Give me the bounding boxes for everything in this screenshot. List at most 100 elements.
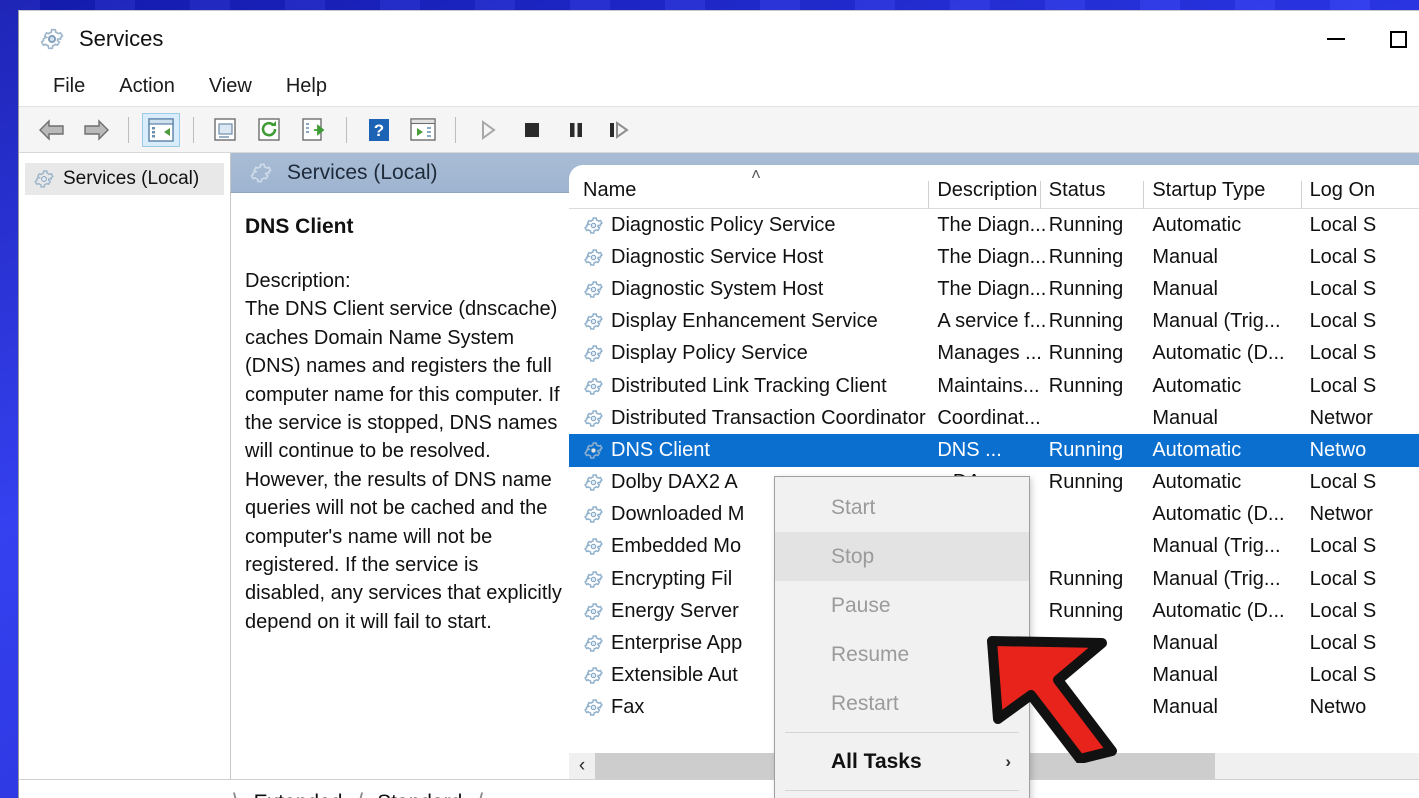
cell-status: Running bbox=[1048, 310, 1124, 333]
service-gear-icon bbox=[584, 699, 603, 717]
cell-name: Diagnostic System Host bbox=[583, 278, 937, 301]
service-name-label: Encrypting Fil bbox=[611, 567, 733, 590]
menu-help[interactable]: Help bbox=[272, 72, 341, 101]
menu-view[interactable]: View bbox=[195, 72, 266, 101]
cell-startup-type: Manual (Trig... bbox=[1152, 567, 1281, 590]
maximize-button[interactable] bbox=[1367, 11, 1419, 67]
menu-file[interactable]: File bbox=[39, 72, 99, 101]
context-menu-item-resume: Resume bbox=[775, 630, 1029, 679]
context-menu-item-pause: Pause bbox=[775, 581, 1029, 630]
context-menu-item-label: Restart bbox=[831, 691, 899, 715]
tab-standard[interactable]: Standard bbox=[363, 787, 476, 798]
forward-icon[interactable] bbox=[77, 113, 115, 147]
toolbar-separator bbox=[193, 116, 194, 143]
service-name-label: DNS Client bbox=[611, 438, 710, 461]
service-name-label: Enterprise App bbox=[611, 632, 743, 655]
detail-description-label: Description: bbox=[245, 270, 351, 292]
context-menu-item-all-tasks[interactable]: All Tasks › bbox=[775, 737, 1029, 786]
cell-log-on: Local S bbox=[1309, 374, 1377, 397]
back-icon[interactable] bbox=[33, 113, 71, 147]
cell-log-on: Local S bbox=[1309, 310, 1377, 333]
cell-startup-type: Automatic (D... bbox=[1152, 503, 1285, 526]
context-menu-item-label: Resume bbox=[831, 642, 910, 666]
body-split: Services (Local) Services (Local) DNS Cl… bbox=[19, 153, 1419, 779]
service-gear-icon bbox=[584, 345, 603, 363]
cell-description: Maintains... bbox=[937, 374, 1040, 397]
table-row[interactable]: Display Enhancement Service A service f..… bbox=[569, 306, 1419, 338]
cell-log-on: Local S bbox=[1309, 567, 1377, 590]
service-gear-icon bbox=[584, 538, 603, 556]
service-name-label: Embedded Mo bbox=[611, 535, 742, 558]
properties-icon[interactable] bbox=[207, 113, 245, 147]
cell-log-on: Local S bbox=[1309, 599, 1377, 622]
cell-status: Running bbox=[1048, 277, 1124, 300]
cell-log-on: Local S bbox=[1309, 342, 1377, 365]
cell-name: Distributed Transaction Coordinator bbox=[583, 407, 937, 430]
show-action-pane-icon[interactable] bbox=[404, 113, 442, 147]
service-name-label: Distributed Transaction Coordinator bbox=[611, 406, 926, 429]
context-menu-item-label: Stop bbox=[831, 544, 875, 568]
menu-action[interactable]: Action bbox=[105, 72, 189, 101]
table-row[interactable]: Distributed Transaction Coordinator Coord… bbox=[569, 402, 1419, 434]
table-row[interactable]: Diagnostic Service Host The Diagn... Runni… bbox=[569, 241, 1419, 273]
tab-extended[interactable]: Extended bbox=[240, 787, 357, 798]
cell-status: Running bbox=[1048, 245, 1124, 268]
start-service-icon[interactable] bbox=[469, 113, 507, 147]
minimize-button[interactable] bbox=[1305, 11, 1367, 67]
export-list-icon[interactable] bbox=[295, 113, 333, 147]
caption-buttons bbox=[1305, 11, 1419, 67]
context-menu-item-stop: Stop bbox=[775, 532, 1029, 581]
maximize-icon bbox=[1389, 30, 1407, 48]
toolbar: ? bbox=[19, 107, 1419, 153]
pause-service-icon[interactable] bbox=[557, 113, 595, 147]
column-header-log-on[interactable]: Log On bbox=[1300, 179, 1419, 209]
cell-log-on: Local S bbox=[1309, 471, 1377, 494]
table-row[interactable]: DNS Client DNS ... Running Automatic Netwo bbox=[569, 434, 1419, 467]
tab-slash: / bbox=[356, 789, 363, 798]
service-detail-pane: DNS Client Description: The DNS Client s… bbox=[231, 193, 579, 779]
service-name-label: Dolby DAX2 A bbox=[611, 471, 738, 494]
cell-startup-type: Manual (Trig... bbox=[1152, 310, 1281, 333]
service-gear-icon bbox=[584, 442, 603, 459]
table-row[interactable]: Display Policy Service Manages ... Running… bbox=[569, 338, 1419, 370]
tab-slash: \ bbox=[233, 789, 240, 798]
service-name-label: Diagnostic Service Host bbox=[611, 245, 824, 268]
table-row[interactable]: Diagnostic System Host The Diagn... Runnin… bbox=[569, 273, 1419, 305]
column-header-description[interactable]: Description bbox=[928, 179, 1048, 209]
cell-log-on: Networ bbox=[1309, 406, 1373, 429]
service-gear-icon bbox=[584, 216, 603, 234]
table-row[interactable]: Distributed Link Tracking Client Maintain… bbox=[569, 370, 1419, 402]
service-gear-icon bbox=[584, 377, 603, 395]
stop-service-icon[interactable] bbox=[513, 113, 551, 147]
refresh-icon[interactable] bbox=[251, 113, 289, 147]
cell-log-on: Local S bbox=[1309, 535, 1377, 558]
minimize-icon bbox=[1327, 38, 1345, 40]
sidebar-item-services-local[interactable]: Services (Local) bbox=[25, 163, 224, 195]
column-header-name[interactable]: Name bbox=[583, 179, 937, 208]
restart-service-icon[interactable] bbox=[601, 113, 639, 147]
toolbar-separator bbox=[346, 116, 347, 143]
service-gear-icon bbox=[584, 474, 603, 491]
cell-status: Running bbox=[1048, 599, 1124, 622]
service-gear-icon bbox=[584, 249, 603, 266]
column-header-startup-type[interactable]: Startup Type bbox=[1143, 179, 1309, 209]
window-title: Services bbox=[79, 26, 164, 51]
help-icon[interactable]: ? bbox=[360, 113, 398, 147]
cell-startup-type: Manual bbox=[1152, 406, 1218, 429]
menu-bar: File Action View Help bbox=[19, 67, 1419, 107]
column-header-status[interactable]: Status bbox=[1039, 179, 1153, 209]
context-menu-item-label: All Tasks bbox=[831, 749, 922, 773]
cell-startup-type: Manual (Trig... bbox=[1152, 535, 1281, 558]
cell-log-on: Local S bbox=[1309, 277, 1377, 300]
cell-name: Diagnostic Service Host bbox=[583, 246, 937, 269]
service-gear-icon bbox=[584, 281, 603, 298]
cell-description: The Diagn... bbox=[937, 213, 1047, 236]
table-row[interactable]: Diagnostic Policy Service The Diagn... Run… bbox=[569, 209, 1419, 241]
show-hide-console-tree-icon[interactable] bbox=[142, 112, 180, 147]
view-tabs-bar: \ Extended / Standard / bbox=[19, 779, 1419, 798]
context-menu-item-label: Start bbox=[831, 495, 876, 519]
scroll-left-icon[interactable]: ‹ bbox=[569, 753, 595, 779]
service-name-label: Diagnostic Policy Service bbox=[611, 213, 836, 236]
cell-status: Running bbox=[1048, 471, 1124, 494]
service-name-label: Display Enhancement Service bbox=[611, 310, 878, 333]
